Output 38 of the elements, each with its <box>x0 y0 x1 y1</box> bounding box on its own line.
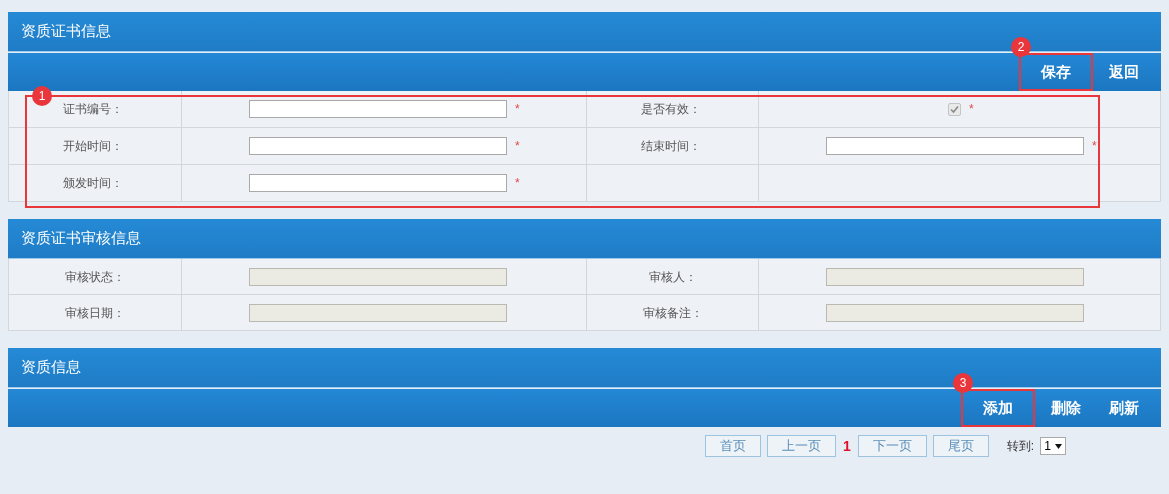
field-label: 审核日期： <box>65 304 125 322</box>
required-mark: * <box>515 175 520 192</box>
page-button[interactable]: 上一页 <box>767 435 836 457</box>
required-mark: * <box>1092 138 1097 155</box>
toolbar-button[interactable]: 刷新 <box>1097 389 1151 427</box>
input-field[interactable] <box>249 174 507 192</box>
goto-label: 转到: <box>1006 438 1035 455</box>
field-label: 审核备注： <box>642 304 703 322</box>
page-button[interactable]: 下一页 <box>857 435 927 457</box>
field-label: 开始时间： <box>63 138 123 155</box>
number-badge: 1 <box>32 86 52 106</box>
page-button[interactable]: 首页 <box>705 435 761 457</box>
toolbar-button[interactable]: 删除 <box>1039 389 1093 427</box>
required-mark: * <box>515 101 520 118</box>
section-title: 资质证书信息 <box>21 21 111 42</box>
input-field[interactable] <box>826 137 1084 155</box>
current-page: 1 <box>842 436 852 456</box>
field-label: 结束时间： <box>641 138 701 155</box>
page-select[interactable]: 1 <box>1040 437 1066 455</box>
required-mark: * <box>515 138 520 155</box>
section-title: 资质证书审核信息 <box>21 228 141 249</box>
toolbar-button[interactable]: 返回 <box>1097 53 1151 91</box>
field-label: 颁发时间： <box>63 175 123 192</box>
field-label: 是否有效： <box>641 101 701 118</box>
input-field[interactable] <box>249 137 507 155</box>
field-label: 审核状态： <box>65 268 125 286</box>
page-button[interactable]: 尾页 <box>932 435 989 457</box>
required-mark: * <box>969 101 974 118</box>
caret-icon <box>1054 443 1062 449</box>
section-title: 资质信息 <box>21 357 81 378</box>
number-badge: 2 <box>1011 37 1031 57</box>
checkbox[interactable] <box>948 102 961 116</box>
number-badge: 3 <box>953 373 973 393</box>
toolbar-button[interactable]: 保存 <box>1019 53 1093 91</box>
toolbar-button[interactable]: 添加 <box>961 389 1035 427</box>
input-field[interactable] <box>249 100 507 118</box>
field-label: 审核人： <box>648 268 697 286</box>
field-label: 证书编号： <box>63 101 123 118</box>
